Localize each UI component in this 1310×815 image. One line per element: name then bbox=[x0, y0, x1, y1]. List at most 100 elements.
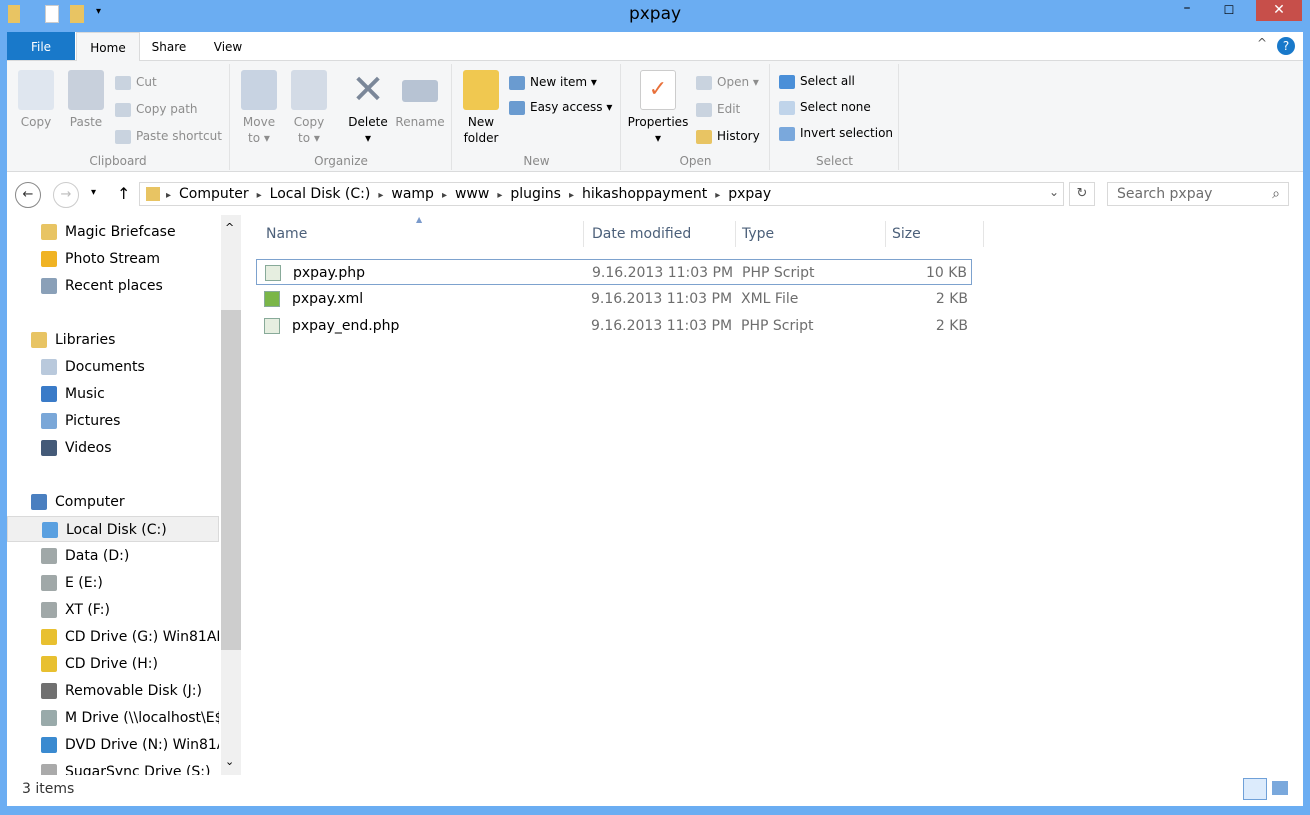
close-button[interactable]: ✕ bbox=[1256, 0, 1302, 21]
file-type: XML File bbox=[741, 291, 799, 307]
address-dropdown-icon[interactable]: ⌄ bbox=[1049, 185, 1059, 199]
scroll-up-icon[interactable]: ^ bbox=[225, 221, 234, 234]
crumb-local-disk[interactable]: Local Disk (C:) bbox=[264, 183, 377, 205]
nav-item[interactable]: Photo Stream bbox=[7, 246, 219, 272]
column-header-type[interactable]: Type bbox=[736, 221, 886, 247]
history-button[interactable]: History bbox=[696, 126, 760, 146]
crumb-pxpay[interactable]: pxpay bbox=[722, 183, 777, 205]
new-folder-quick-icon[interactable] bbox=[70, 5, 84, 23]
nav-item-icon bbox=[41, 386, 57, 402]
column-header-name[interactable]: Name bbox=[260, 221, 584, 247]
nav-item-label: E (E:) bbox=[65, 575, 103, 591]
tab-file[interactable]: File bbox=[7, 32, 75, 60]
nav-item[interactable]: DVD Drive (N:) Win81AIO bbox=[7, 732, 219, 758]
paste-shortcut-button[interactable]: Paste shortcut bbox=[115, 126, 222, 146]
nav-item[interactable]: Documents bbox=[7, 354, 219, 380]
new-item-button[interactable]: New item ▾ bbox=[509, 72, 597, 92]
refresh-button[interactable]: ↻ bbox=[1069, 182, 1095, 206]
file-size: 10 KB bbox=[925, 265, 967, 281]
customize-quick-access-icon[interactable]: ▾ bbox=[96, 6, 101, 17]
nav-item[interactable]: Removable Disk (J:) bbox=[7, 678, 219, 704]
invert-selection-icon bbox=[779, 126, 795, 141]
delete-button[interactable]: ✕ Delete ▾ bbox=[343, 70, 393, 146]
easy-access-button[interactable]: Easy access ▾ bbox=[509, 97, 612, 117]
rename-button[interactable]: Rename bbox=[395, 70, 445, 130]
nav-item[interactable]: Computer bbox=[7, 489, 219, 515]
nav-item[interactable]: Recent places bbox=[7, 273, 219, 299]
nav-item[interactable]: SugarSync Drive (S:) bbox=[7, 759, 219, 775]
nav-item[interactable]: Videos bbox=[7, 435, 219, 461]
cut-button[interactable]: Cut bbox=[115, 72, 157, 92]
xml-file-icon bbox=[264, 291, 280, 307]
crumb-plugins[interactable]: plugins bbox=[504, 183, 567, 205]
edit-button[interactable]: Edit bbox=[696, 99, 740, 119]
copy-button[interactable]: Copy bbox=[13, 70, 59, 130]
search-input[interactable]: Search pxpay ⌕ bbox=[1107, 182, 1289, 206]
nav-item[interactable]: Pictures bbox=[7, 408, 219, 434]
crumb-www[interactable]: www bbox=[449, 183, 495, 205]
nav-item[interactable]: CD Drive (G:) Win81AIO bbox=[7, 624, 219, 650]
edit-label: Edit bbox=[717, 102, 741, 116]
nav-item[interactable]: Libraries bbox=[7, 327, 219, 353]
nav-item[interactable]: E (E:) bbox=[7, 570, 219, 596]
file-row[interactable]: pxpay.php 9.16.2013 11:03 PM PHP Script 10 … bbox=[256, 259, 972, 285]
nav-item[interactable]: Music bbox=[7, 381, 219, 407]
nav-item-label: Computer bbox=[55, 494, 125, 510]
easy-access-label: Easy access bbox=[530, 100, 603, 114]
tab-view[interactable]: View bbox=[203, 32, 253, 61]
tab-share[interactable]: Share bbox=[141, 32, 197, 61]
large-icons-view-button[interactable] bbox=[1272, 781, 1288, 795]
copy-to-label: Copy to bbox=[293, 115, 325, 145]
nav-item[interactable]: CD Drive (H:) bbox=[7, 651, 219, 677]
file-row[interactable]: pxpay_end.php 9.16.2013 11:03 PM PHP Scrip… bbox=[256, 313, 972, 339]
paste-button[interactable]: Paste bbox=[63, 70, 109, 130]
file-name: pxpay.xml bbox=[292, 291, 364, 307]
properties-button[interactable]: ✓ Properties ▾ bbox=[626, 70, 690, 146]
nav-item-icon bbox=[42, 522, 58, 538]
crumb-computer[interactable]: Computer bbox=[173, 183, 255, 205]
invert-selection-button[interactable]: Invert selection bbox=[779, 123, 893, 143]
maximize-button[interactable]: ☐ bbox=[1214, 0, 1244, 21]
open-button[interactable]: Open ▾ bbox=[696, 72, 759, 92]
select-all-button[interactable]: Select all bbox=[779, 71, 855, 91]
help-icon[interactable]: ? bbox=[1277, 37, 1295, 55]
nav-scrollbar-thumb[interactable] bbox=[221, 310, 241, 650]
properties-quick-icon[interactable] bbox=[45, 5, 59, 23]
nav-item[interactable]: XT (F:) bbox=[7, 597, 219, 623]
select-none-button[interactable]: Select none bbox=[779, 97, 871, 117]
address-input[interactable]: ▸ Computer ▸ Local Disk (C:) ▸ wamp ▸ www ▸ plugi… bbox=[139, 182, 1064, 206]
crumb-wamp[interactable]: wamp bbox=[385, 183, 440, 205]
copy-to-button[interactable]: Copy to ▾ bbox=[287, 70, 331, 146]
up-button[interactable]: ↑ bbox=[117, 184, 130, 203]
copy-to-icon bbox=[291, 70, 327, 110]
nav-item[interactable]: Magic Briefcase bbox=[7, 219, 219, 245]
nav-item[interactable]: Local Disk (C:) bbox=[7, 516, 219, 542]
file-name: pxpay_end.php bbox=[292, 318, 400, 334]
php-file-icon bbox=[264, 318, 280, 334]
column-header-date[interactable]: Date modified bbox=[586, 221, 736, 247]
select-none-label: Select none bbox=[800, 100, 871, 114]
copy-path-button[interactable]: Copy path bbox=[115, 99, 198, 119]
search-icon[interactable]: ⌕ bbox=[1272, 183, 1280, 205]
file-type: PHP Script bbox=[742, 265, 815, 281]
minimize-button[interactable]: – bbox=[1172, 0, 1202, 21]
forward-button[interactable]: → bbox=[53, 182, 79, 208]
crumb-hikashoppayment[interactable]: hikashoppayment bbox=[576, 183, 713, 205]
status-item-count: 3 items bbox=[22, 781, 75, 797]
nav-item-icon bbox=[31, 332, 47, 348]
tab-home[interactable]: Home bbox=[76, 32, 140, 62]
collapse-ribbon-icon[interactable]: ^ bbox=[1257, 36, 1267, 50]
column-header-size[interactable]: Size bbox=[886, 221, 984, 247]
back-button[interactable]: ← bbox=[15, 182, 41, 208]
move-to-button[interactable]: Move to ▾ bbox=[237, 70, 281, 146]
select-all-label: Select all bbox=[800, 74, 855, 88]
recent-locations-button[interactable]: ▾ bbox=[91, 187, 96, 198]
details-view-button[interactable] bbox=[1243, 778, 1267, 800]
move-to-label: Move to bbox=[242, 115, 276, 145]
file-row[interactable]: pxpay.xml 9.16.2013 11:03 PM XML File 2 KB bbox=[256, 286, 972, 312]
nav-item[interactable]: M Drive (\\localhost\E$ bbox=[7, 705, 219, 731]
new-folder-button[interactable]: New folder bbox=[459, 70, 503, 146]
nav-item-label: CD Drive (G:) Win81AIO bbox=[65, 629, 219, 645]
nav-item[interactable]: Data (D:) bbox=[7, 543, 219, 569]
scroll-down-icon[interactable]: ⌄ bbox=[225, 755, 234, 768]
